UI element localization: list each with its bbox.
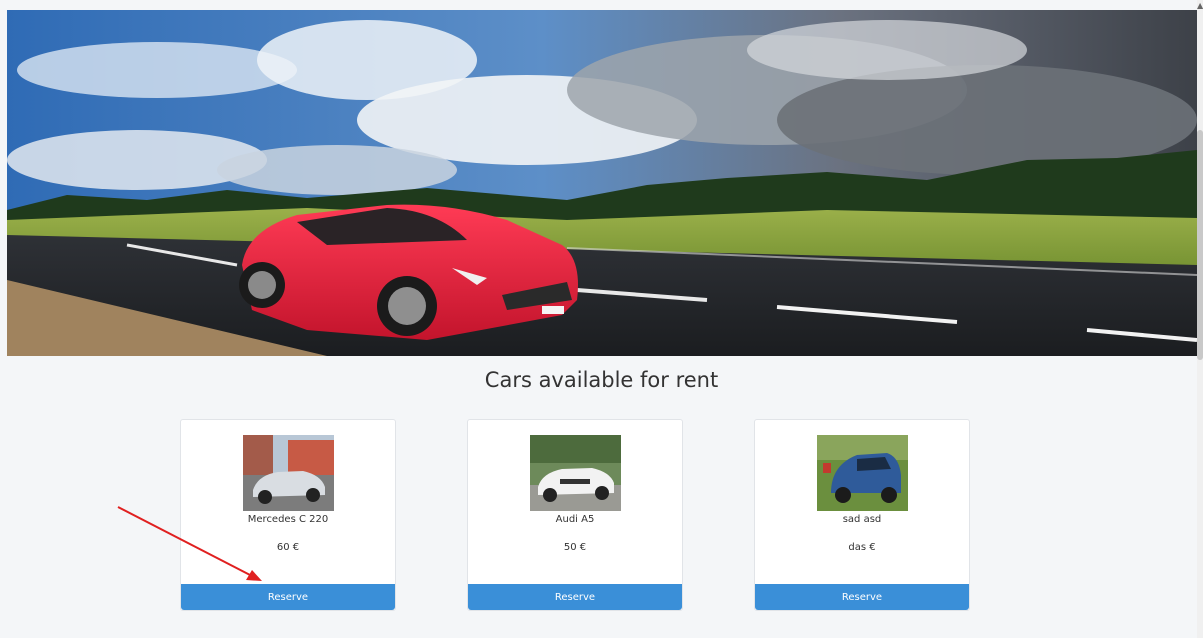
car-name: Mercedes C 220 <box>247 514 329 525</box>
page: ▲ Cars available for rent Mercedes C 220… <box>0 0 1203 638</box>
car-price: das € <box>848 542 876 553</box>
scrollbar[interactable]: ▲ <box>1197 0 1203 638</box>
hero-image <box>7 10 1197 356</box>
section-title: Cars available for rent <box>484 368 719 392</box>
reserve-button[interactable]: Reserve <box>755 584 969 610</box>
car-price: 60 € <box>276 542 300 553</box>
car-card: sad asd das € Reserve <box>754 419 970 611</box>
scroll-up-icon[interactable]: ▲ <box>1197 2 1203 10</box>
car-card: Audi A5 50 € Reserve <box>467 419 683 611</box>
car-card: Mercedes C 220 60 € Reserve <box>180 419 396 611</box>
car-price: 50 € <box>563 542 587 553</box>
car-name: Audi A5 <box>555 514 595 525</box>
car-thumbnail-silver-sedan <box>243 435 334 511</box>
car-name: sad asd <box>842 514 882 525</box>
reserve-button[interactable]: Reserve <box>181 584 395 610</box>
car-thumbnail-white-convertible <box>530 435 621 511</box>
scrollbar-thumb[interactable] <box>1197 130 1203 360</box>
reserve-button[interactable]: Reserve <box>468 584 682 610</box>
car-thumbnail-blue-suv <box>817 435 908 511</box>
